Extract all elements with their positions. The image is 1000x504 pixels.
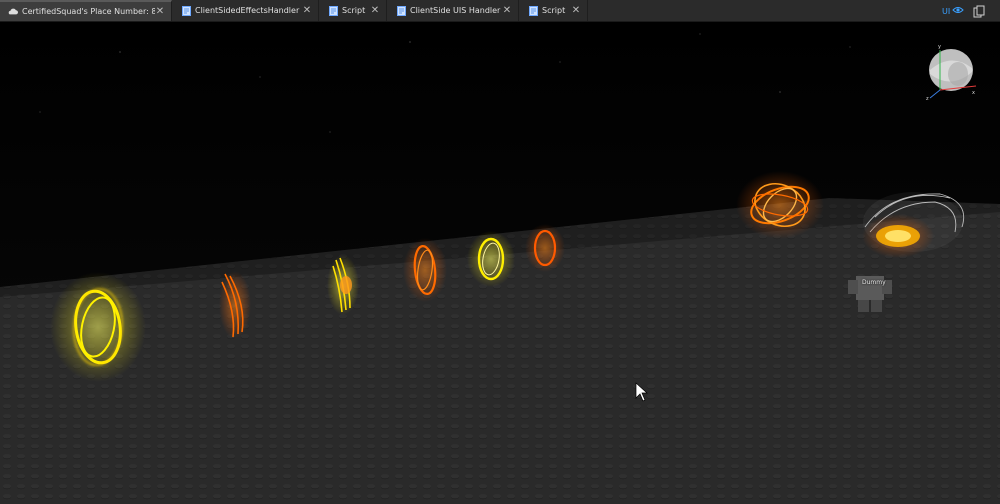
yellow-ring-effect [50,272,146,382]
scene-canvas[interactable]: y x z [0,22,1000,504]
cloud-icon [8,7,18,17]
tab-place[interactable]: CertifiedSquad's Place Number: 8 ✕ [0,0,172,21]
tab-script-2[interactable]: Script ✕ [520,0,588,21]
tab-label: Script [542,6,566,15]
yellow-spark-effect [327,255,359,315]
ui-visibility-toggle[interactable]: UI [942,4,964,18]
tab-label: Script [342,6,366,15]
view-cube-y-label: y [938,44,941,50]
popout-window-icon[interactable] [972,4,986,18]
orange-swirl-effect [736,171,824,239]
yellow-small-ring-effect [467,231,515,287]
script-icon [528,5,538,16]
eye-icon [952,6,964,16]
3d-viewport[interactable]: y x z Dummy [0,22,1000,504]
orange-streak-effect [219,271,251,339]
tab-client-side-uis-handler[interactable]: ClientSide UIS Handler ✕ [388,0,519,21]
dummy-name-label: Dummy [862,279,886,286]
close-icon[interactable]: ✕ [571,5,581,16]
orange-small-ring-effect [525,224,565,272]
tab-label: ClientSidedEffectsHandler [195,6,300,15]
ui-label: UI [942,6,951,16]
close-icon[interactable]: ✕ [302,5,312,16]
tab-label: ClientSide UIS Handler [410,6,501,15]
tab-client-sided-effects-handler[interactable]: ClientSidedEffectsHandler ✕ [173,0,319,21]
close-icon[interactable]: ✕ [370,5,380,16]
tab-label: CertifiedSquad's Place Number: 8 [22,7,155,16]
orange-ring-effect [403,238,447,302]
view-cube-z-label: z [926,96,929,102]
script-icon [328,5,338,16]
script-icon [181,5,191,16]
script-icon [396,5,406,16]
tab-script-1[interactable]: Script ✕ [320,0,387,21]
tab-bar: CertifiedSquad's Place Number: 8 ✕ Clien… [0,0,1000,22]
close-icon[interactable]: ✕ [155,6,165,17]
close-icon[interactable]: ✕ [502,5,512,16]
view-cube-x-label: x [972,90,975,96]
